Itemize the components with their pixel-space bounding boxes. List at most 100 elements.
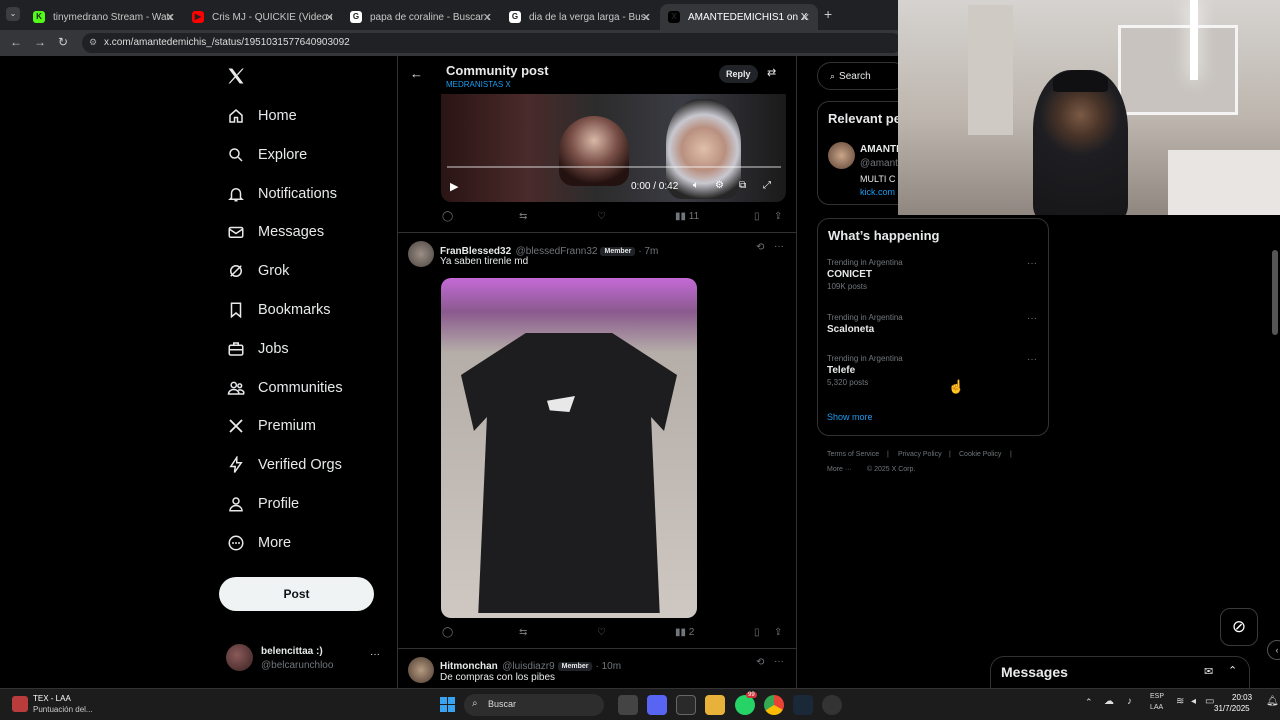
grok-icon[interactable]: ⟲ <box>756 657 764 668</box>
fullscreen-icon[interactable]: ⤢ <box>763 180 771 191</box>
show-more-link[interactable]: Show more <box>827 412 873 422</box>
file-explorer-icon[interactable] <box>705 695 725 715</box>
avatar[interactable] <box>828 142 855 169</box>
tab-list-chevron-icon[interactable]: ⌄ <box>6 7 20 21</box>
weather-widget-icon[interactable] <box>12 696 28 712</box>
trend-item[interactable]: Trending in Argentina Scaloneta ··· <box>827 313 1037 335</box>
post-item[interactable]: FranBlessed32 @blessedFrann32 Member · 7… <box>398 233 796 648</box>
tab-close-icon[interactable]: ✕ <box>483 11 492 24</box>
share-icon[interactable]: ⇪ <box>774 627 782 638</box>
clock-time[interactable]: 20:03 <box>1232 693 1252 702</box>
privacy-link[interactable]: Privacy Policy <box>898 451 942 458</box>
bookmark-icon[interactable]: ▯ <box>754 211 760 222</box>
chrome-icon[interactable] <box>764 695 784 715</box>
x-logo-icon[interactable] <box>226 66 246 91</box>
repost-icon[interactable]: ⇆ <box>519 211 527 222</box>
obs-icon[interactable] <box>822 695 842 715</box>
relevant-handle[interactable]: @amant <box>860 158 898 169</box>
post-image[interactable] <box>441 278 697 618</box>
video-progress-track[interactable] <box>447 166 781 168</box>
search-input[interactable]: ⌕ Search <box>817 62 907 90</box>
sidebar-item-bookmarks[interactable]: Bookmarks <box>226 295 331 325</box>
sidebar-item-notifications[interactable]: Notifications <box>226 179 337 209</box>
trend-item[interactable]: Trending in Argentina CONICET 109K posts ··… <box>827 258 1037 291</box>
tray-chevron-icon[interactable]: ⌃ <box>1085 697 1093 708</box>
whatsapp-icon[interactable] <box>735 695 755 715</box>
forward-icon[interactable]: → <box>34 35 46 49</box>
discord-icon[interactable] <box>647 695 667 715</box>
new-tab-button[interactable]: + <box>824 6 832 22</box>
author-name[interactable]: Hitmonchan <box>440 661 498 672</box>
clock-date[interactable]: 31/7/2025 <box>1214 704 1250 713</box>
reply-icon[interactable]: ◯ <box>442 627 453 638</box>
page-scrollbar[interactable] <box>1272 250 1278 335</box>
widget-title[interactable]: TEX - LAA <box>33 694 71 703</box>
onedrive-icon[interactable]: ☁ <box>1104 696 1114 707</box>
language-indicator[interactable]: ESP <box>1150 693 1164 700</box>
settings-sliders-icon[interactable]: ⇄ <box>767 66 776 79</box>
community-link[interactable]: MEDRANISTAS X <box>446 80 511 89</box>
sidebar-item-profile[interactable]: Profile <box>226 489 299 519</box>
volume-icon[interactable]: 🔈︎ <box>693 180 699 191</box>
sidebar-item-grok[interactable]: Grok <box>226 256 289 286</box>
tab-close-icon[interactable]: ✕ <box>166 11 175 24</box>
trend-item[interactable]: Trending in Argentina Telefe 5,320 posts ··… <box>827 354 1037 387</box>
like-icon[interactable]: ♡ <box>597 627 606 638</box>
relevant-link[interactable]: kick.com <box>860 187 895 197</box>
sidebar-item-communities[interactable]: Communities <box>226 373 343 403</box>
video-player[interactable]: ▶ 0:00 / 0:42 🔈︎ ⚙ ⧉ ⤢ <box>441 94 786 202</box>
tab-close-icon[interactable]: ✕ <box>642 11 651 24</box>
tab-close-icon[interactable]: ✕ <box>325 11 334 24</box>
views-stat[interactable]: ▮▮ 2 <box>675 627 694 638</box>
sidebar-item-jobs[interactable]: Jobs <box>226 334 289 364</box>
sidebar-item-home[interactable]: Home <box>226 101 297 131</box>
views-stat[interactable]: ▮▮ 11 <box>675 211 699 222</box>
post-item[interactable]: Hitmonchan @luisdiazr9 Member · 10m ⟲ ··… <box>398 649 796 692</box>
back-arrow-icon[interactable]: ← <box>410 66 423 81</box>
author-name[interactable]: FranBlessed32 <box>440 246 511 257</box>
browser-tab[interactable]: Gdia de la verga larga - Buscar c...✕ <box>501 4 659 30</box>
account-more-icon[interactable]: ··· <box>370 649 380 660</box>
task-view-icon[interactable] <box>618 695 638 715</box>
site-info-icon[interactable]: ⚙ <box>89 37 97 48</box>
reply-button[interactable]: Reply <box>719 65 758 83</box>
video-settings-icon[interactable]: ⚙ <box>715 180 724 191</box>
reply-icon[interactable]: ◯ <box>442 211 453 222</box>
sidebar-item-messages[interactable]: Messages <box>226 217 324 247</box>
volume-icon[interactable]: ◂ <box>1191 696 1196 707</box>
wifi-icon[interactable]: ≋ <box>1176 696 1184 707</box>
grok-float-button[interactable]: ⊘ <box>1220 608 1258 646</box>
trend-more-icon[interactable]: ··· <box>1027 313 1037 324</box>
grok-icon[interactable]: ⟲ <box>756 242 764 253</box>
sidebar-item-premium[interactable]: Premium <box>226 411 316 441</box>
footer-more-link[interactable]: More ··· <box>827 466 852 473</box>
notifications-bell-icon[interactable]: 🔔︎ <box>1266 696 1279 707</box>
tab-close-icon[interactable]: ✕ <box>801 11 810 24</box>
keyboard-layout-indicator[interactable]: LAA <box>1150 704 1163 711</box>
post-more-icon[interactable]: ··· <box>774 241 784 252</box>
expand-icon[interactable]: ⌃ <box>1228 664 1237 677</box>
like-icon[interactable]: ♡ <box>597 211 606 222</box>
terms-link[interactable]: Terms of Service <box>827 451 879 458</box>
trend-more-icon[interactable]: ··· <box>1027 258 1037 269</box>
back-icon[interactable]: ← <box>10 35 22 49</box>
account-switcher[interactable]: belencittaa :) @belcarunchloo ··· <box>226 642 386 676</box>
play-icon[interactable]: ▶ <box>450 180 458 193</box>
url-field[interactable]: ⚙ x.com/amantedemichis_/status/195103157… <box>82 33 902 53</box>
post-more-icon[interactable]: ··· <box>774 656 784 667</box>
repost-icon[interactable]: ⇆ <box>519 627 527 638</box>
taskbar-search[interactable]: ⌕ Buscar <box>464 694 604 716</box>
new-message-icon[interactable]: ✉ <box>1204 665 1213 678</box>
reload-icon[interactable]: ↻ <box>58 35 68 49</box>
browser-tab[interactable]: X AMANTEDEMICHIS1 on X: "Mi...✕ <box>660 4 818 30</box>
cookie-link[interactable]: Cookie Policy <box>959 451 1001 458</box>
author-handle[interactable]: @luisdiazr9 <box>502 661 554 672</box>
sidebar-item-more[interactable]: More <box>226 528 291 558</box>
relevant-name[interactable]: AMANTI <box>860 144 899 155</box>
post-button[interactable]: Post <box>219 577 374 611</box>
mic-icon[interactable]: ♪ <box>1127 696 1132 707</box>
bookmark-icon[interactable]: ▯ <box>754 627 760 638</box>
sidebar-item-verified-orgs[interactable]: Verified Orgs <box>226 450 342 480</box>
post-time[interactable]: · 7m <box>638 246 658 257</box>
trend-more-icon[interactable]: ··· <box>1027 354 1037 365</box>
